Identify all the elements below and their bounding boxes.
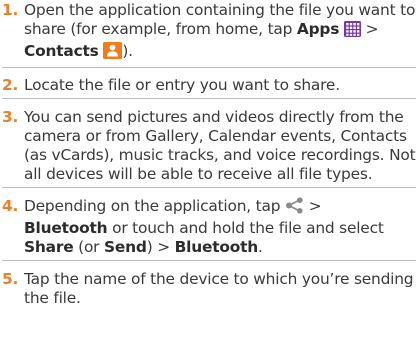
step-5: 5. Tap the name of the device to which yo… [2, 270, 416, 308]
contacts-label: Contacts [24, 42, 99, 60]
step-4: 4. Depending on the application, tap > Bl… [2, 197, 416, 257]
step-number: 5. [2, 270, 19, 288]
step-text: or touch and hold the file and select [107, 219, 384, 237]
step-3: 3. You can send pictures and videos direc… [2, 108, 416, 184]
step-1: 1. Open the application containing the fi… [2, 1, 416, 64]
divider [2, 260, 416, 261]
apps-label: Apps [296, 20, 340, 38]
step-number: 1. [2, 1, 19, 19]
divider [2, 67, 416, 68]
step-text: You can send pictures and videos directl… [24, 108, 416, 183]
step-text: > [304, 197, 322, 215]
contacts-person-icon [103, 42, 123, 64]
divider [2, 187, 416, 188]
step-text: ). [122, 42, 133, 60]
step-2: 2. Locate the file or entry you want to s… [2, 76, 416, 95]
instruction-steps: 1. Open the application containing the fi… [2, 1, 416, 308]
step-text: . [258, 238, 263, 256]
step-number: 3. [2, 108, 19, 126]
bluetooth-label: Bluetooth [174, 238, 259, 256]
step-text: Depending on the application, tap [24, 197, 285, 215]
send-label: Send [104, 238, 147, 256]
step-text: > [360, 20, 379, 38]
share-label: Share [24, 238, 74, 256]
step-text: ) > [146, 238, 175, 256]
divider [2, 98, 416, 99]
apps-grid-icon [343, 21, 361, 42]
step-number: 4. [2, 197, 19, 215]
step-text: Tap the name of the device to which you’… [24, 270, 414, 307]
share-icon [285, 197, 304, 219]
step-text: (or [73, 238, 105, 256]
step-number: 2. [2, 76, 19, 94]
bluetooth-label: Bluetooth [24, 219, 108, 237]
step-text: Locate the file or entry you want to sha… [24, 76, 340, 94]
